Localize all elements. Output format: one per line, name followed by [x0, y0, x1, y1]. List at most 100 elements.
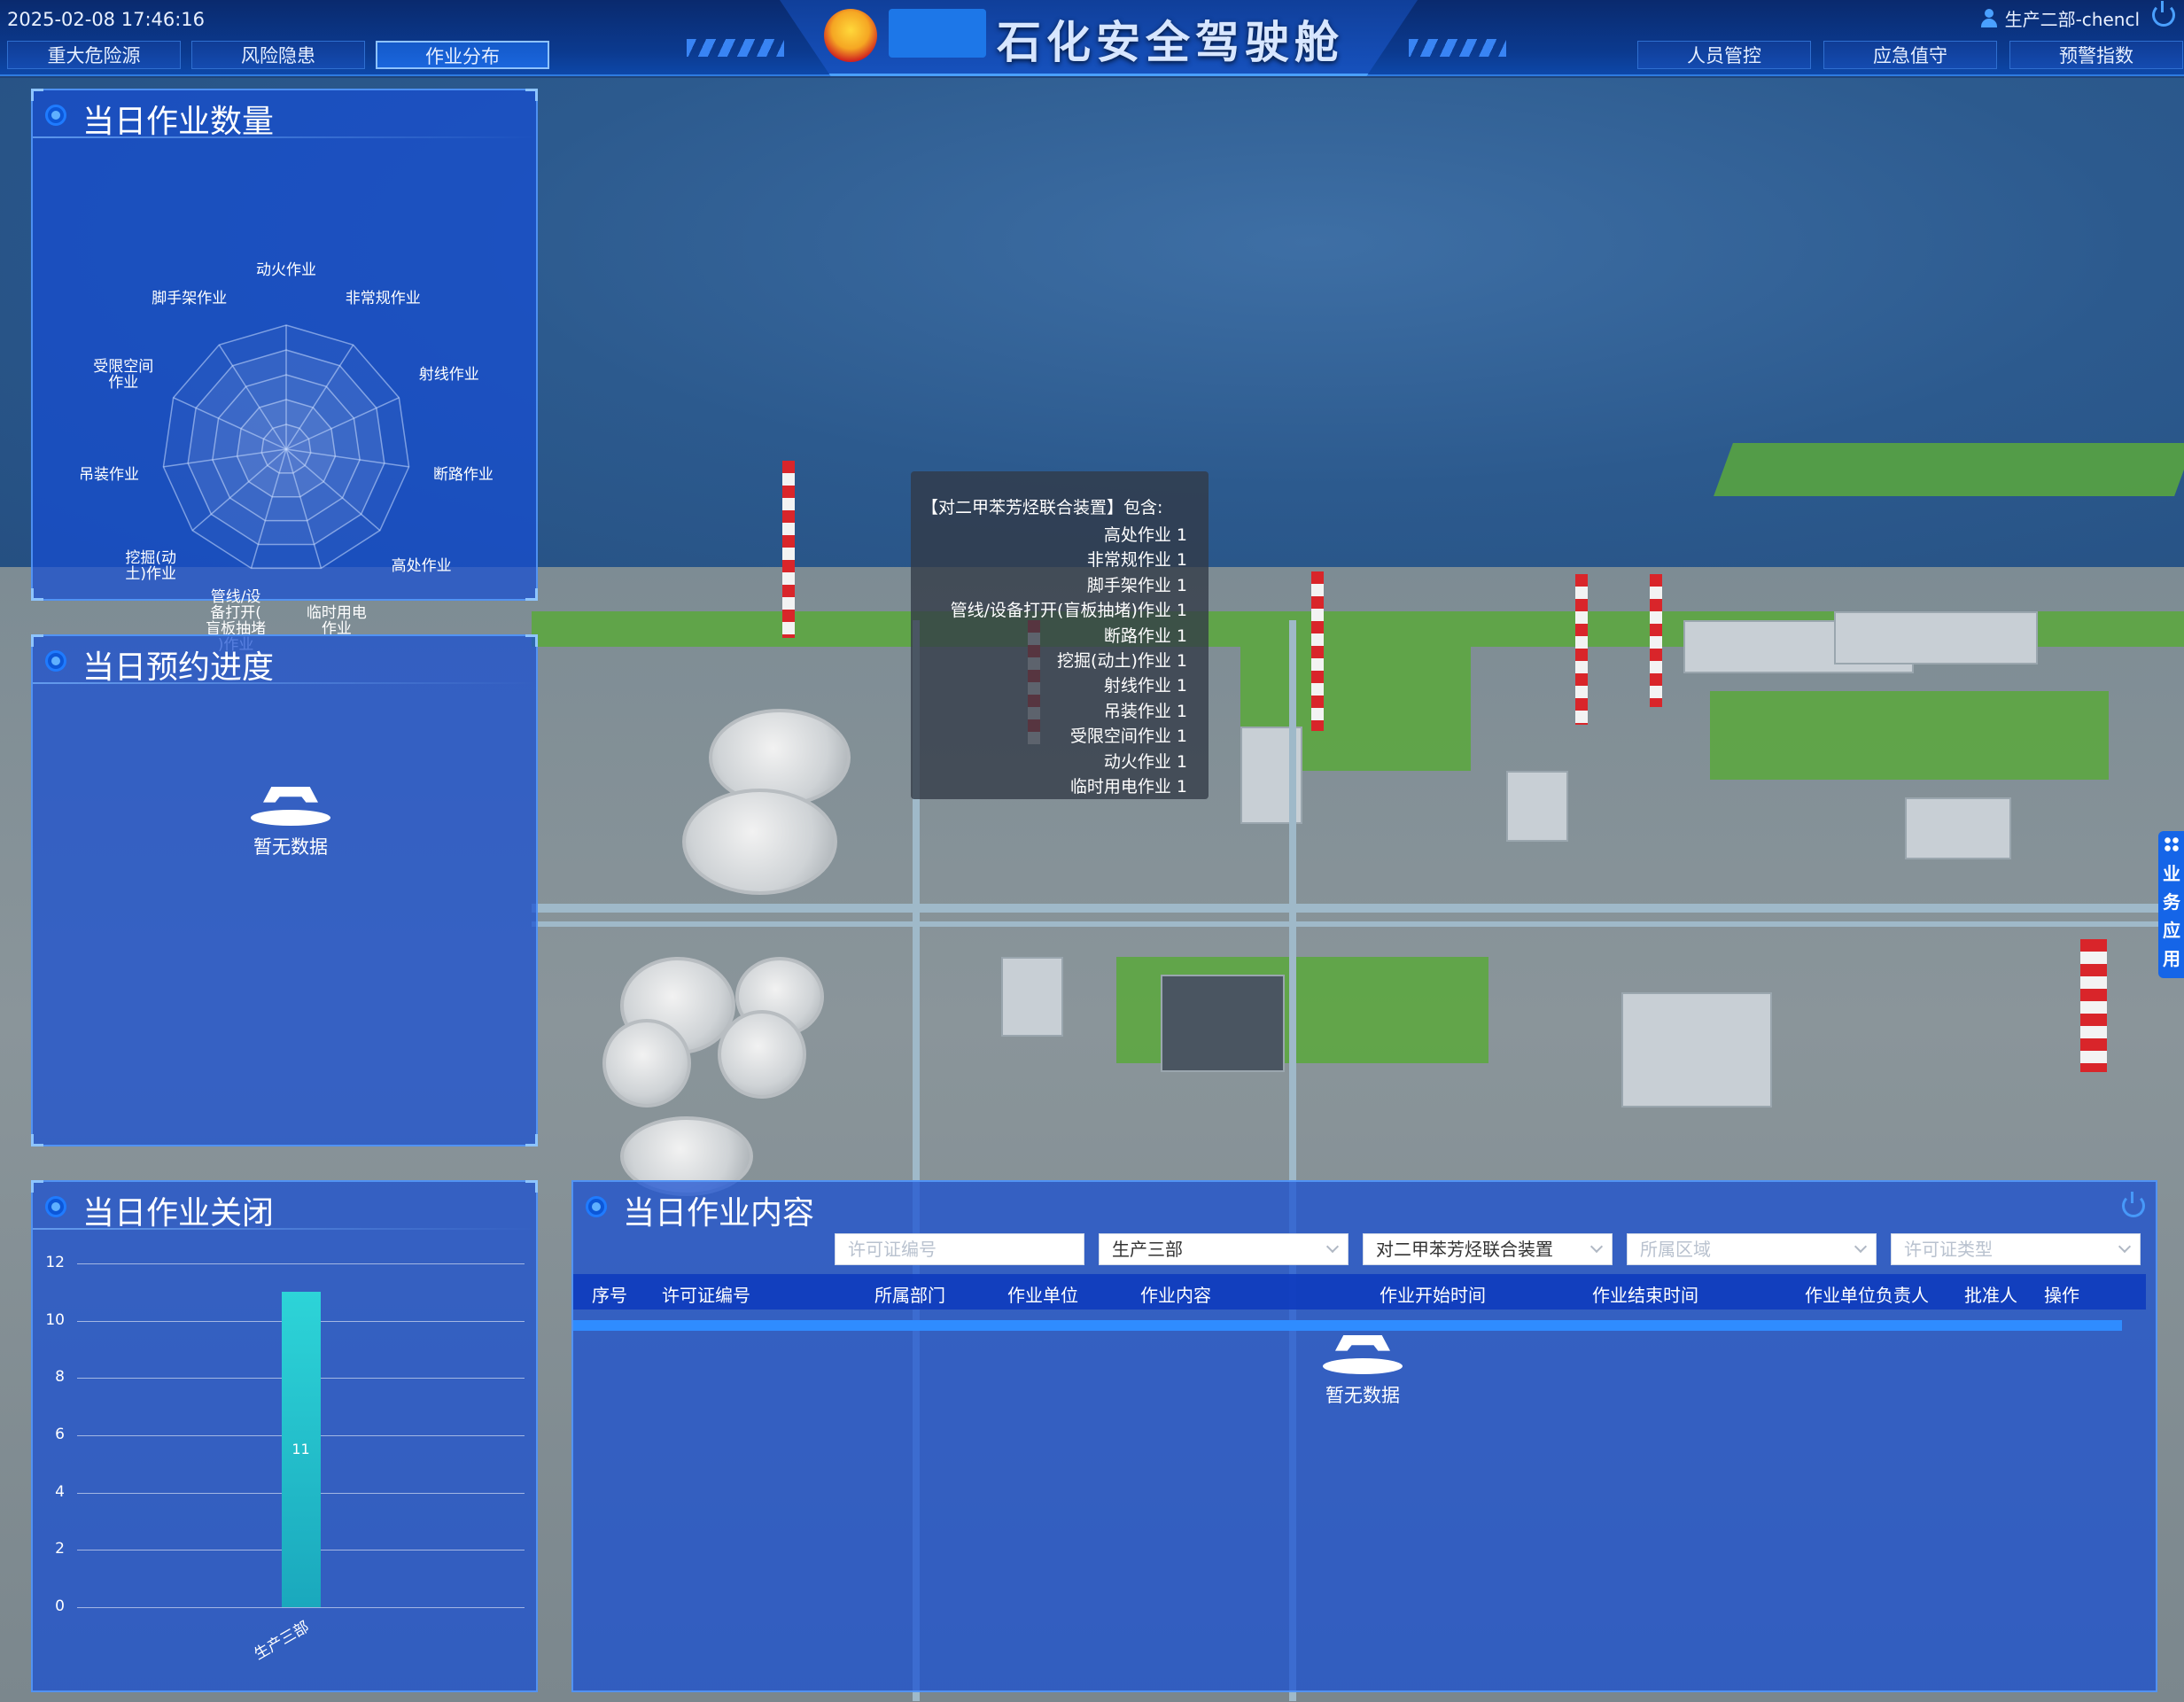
building	[1161, 975, 1285, 1072]
corner-decor	[525, 1180, 538, 1193]
corner-decor	[31, 1134, 43, 1146]
empty-box-icon	[1323, 1333, 1403, 1374]
unit-select[interactable]: 对二甲苯芳烃联合装置	[1363, 1233, 1613, 1265]
radar-indicator-label: 挖掘(动 土)作业	[125, 549, 176, 584]
corner-decor	[31, 634, 43, 647]
radar-indicator-label: 断路作业	[432, 465, 494, 484]
table-empty-state: 暂无数据	[1305, 1333, 1420, 1408]
user-info[interactable]: 生产二部-chencl	[1980, 5, 2140, 31]
refresh-power-icon[interactable]	[2122, 1192, 2145, 1217]
bar-value-label: 11	[291, 1441, 310, 1458]
grid-line	[77, 1607, 525, 1608]
corner-decor	[31, 588, 43, 601]
user-icon	[1980, 8, 1998, 28]
radar-indicator-label: 高处作业	[391, 557, 452, 576]
grid-icon	[2164, 836, 2180, 852]
building	[1905, 797, 2011, 859]
y-tick-label: 0	[55, 1597, 65, 1615]
building	[1001, 957, 1063, 1037]
empty-box-icon	[251, 785, 330, 826]
table-header: 序号 许可证编号 所属部门 作业单位 作业内容 作业开始时间 作业结束时间 作业…	[573, 1274, 2146, 1310]
radar-indicator-label: 吊装作业	[79, 465, 140, 484]
col-permit-number: 许可证编号	[662, 1285, 750, 1306]
empty-text: 暂无数据	[1325, 1385, 1400, 1406]
radar-chart[interactable]	[33, 259, 540, 578]
table-scrollbar[interactable]	[573, 1320, 2122, 1331]
x-category-label: 生产三部	[251, 1618, 312, 1664]
island	[1714, 443, 2184, 496]
header-underline	[33, 682, 536, 684]
corner-decor	[525, 634, 538, 647]
tooltip-rows: 高处作业 1 非常规作业 1 脚手架作业 1 管线/设备打开(盲板抽堵)作业 1 断路作…	[921, 523, 1187, 799]
radar-indicator-label: 射线作业	[418, 366, 479, 385]
col-unit-leader: 作业单位负责人	[1805, 1285, 1929, 1306]
nav-personnel-control[interactable]: 人员管控	[1637, 41, 1811, 69]
col-index: 序号	[592, 1285, 627, 1306]
chimney	[1311, 571, 1324, 731]
chevron-down-icon	[1325, 1240, 1340, 1254]
col-department: 所属部门	[874, 1285, 945, 1306]
unit-tooltip: 【对二甲苯芳烃联合装置】包含: 高处作业 1 非常规作业 1 脚手架作业 1 管线/设…	[911, 471, 1209, 799]
department-select[interactable]: 生产三部	[1099, 1233, 1348, 1265]
page-title: 石化安全驾驶舱	[997, 17, 1344, 68]
panel-work-closed: 当日作业关闭 0 2 4 6 8 10 12 11 生产三部	[31, 1180, 538, 1692]
chimney	[1650, 574, 1662, 707]
y-tick-label: 6	[55, 1426, 65, 1443]
panel-title: 当日作业内容	[623, 1195, 815, 1232]
panel-header: 当日作业数量	[33, 90, 536, 140]
logout-power-icon[interactable]	[2152, 1, 2175, 27]
permit-type-select-placeholder: 许可证类型	[1904, 1239, 1993, 1260]
tooltip-row: 吊装作业 1	[1103, 701, 1187, 721]
side-tab-label: 业务应用	[2163, 863, 2180, 969]
nav-emergency-duty[interactable]: 应急值守	[1823, 41, 1997, 69]
tooltip-row: 非常规作业 1	[1086, 550, 1187, 571]
top-header: 2025-02-08 17:46:16 石化安全驾驶舱 重大危险源 风险隐患 作…	[0, 0, 2184, 76]
col-start-time: 作业开始时间	[1380, 1285, 1486, 1306]
tooltip-row: 高处作业 1	[1103, 525, 1187, 545]
redacted-company-name	[889, 9, 986, 58]
nav-major-hazard[interactable]: 重大危险源	[7, 41, 181, 69]
chimney	[1575, 574, 1588, 725]
nav-warning-index[interactable]: 预警指数	[2009, 41, 2183, 69]
tooltip-header: 【对二甲苯芳烃联合装置】包含:	[921, 498, 1163, 517]
corner-decor	[525, 89, 538, 101]
empty-state: 暂无数据	[233, 785, 348, 859]
chevron-down-icon	[1854, 1240, 1868, 1254]
col-end-time: 作业结束时间	[1592, 1285, 1698, 1306]
col-approver: 批准人	[1964, 1285, 2017, 1306]
tooltip-row: 管线/设备打开(盲板抽堵)作业 1	[950, 601, 1187, 621]
chevron-down-icon	[2118, 1240, 2132, 1254]
target-icon	[586, 1196, 607, 1217]
panel-reservation-progress: 当日预约进度 暂无数据	[31, 634, 538, 1146]
building	[1834, 611, 2038, 664]
corner-decor	[31, 89, 43, 101]
corner-decor	[525, 588, 538, 601]
tooltip-row: 受限空间作业 1	[1069, 727, 1187, 747]
radar-grid	[162, 324, 410, 570]
header-underline	[33, 1228, 536, 1230]
nav-risk-hazard[interactable]: 风险隐患	[191, 41, 365, 69]
business-apps-tab[interactable]: 业务应用	[2158, 831, 2184, 978]
y-tick-label: 2	[55, 1540, 65, 1558]
col-work-content: 作业内容	[1140, 1285, 1211, 1306]
y-tick-label: 12	[45, 1254, 65, 1271]
decor-stripes	[1409, 39, 1506, 57]
nav-work-distribution[interactable]: 作业分布	[376, 41, 549, 69]
user-name: 生产二部-chencl	[2004, 9, 2140, 30]
pipe-rack	[532, 921, 2184, 927]
building	[1506, 771, 1568, 842]
storage-tank	[602, 1019, 691, 1107]
permit-type-select[interactable]: 许可证类型	[1891, 1233, 2141, 1265]
y-tick-label: 8	[55, 1368, 65, 1387]
header-underline	[33, 136, 536, 138]
department-select-value: 生产三部	[1112, 1239, 1183, 1260]
permit-number-input[interactable]: 许可证编号	[835, 1233, 1084, 1265]
pipe-rack	[532, 904, 2184, 913]
y-tick-label: 10	[45, 1310, 65, 1329]
panel-work-count: 当日作业数量 动火作业 非常规作业 射线作业 断路作业 高处作业 临时用电 作业 管线/设 …	[31, 89, 540, 653]
company-logo	[824, 9, 877, 62]
chimney	[2080, 939, 2107, 1072]
panel-title: 当日作业数量	[82, 104, 275, 140]
decor-stripes	[687, 39, 784, 57]
area-select[interactable]: 所属区域	[1627, 1233, 1877, 1265]
